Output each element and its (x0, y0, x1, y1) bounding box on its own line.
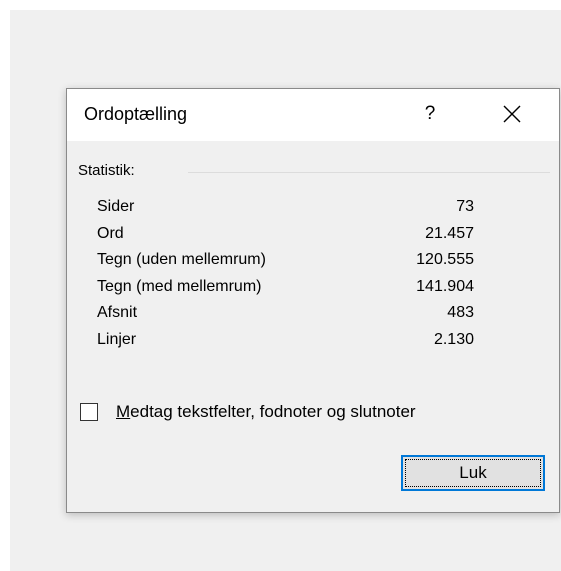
close-button[interactable] (494, 98, 530, 132)
stat-value: 21.457 (425, 224, 474, 242)
mnemonic-letter: M (116, 402, 131, 421)
stat-row-lines: Linjer 2.130 (97, 331, 487, 358)
stat-row-words: Ord 21.457 (97, 225, 487, 252)
stat-label: Ord (97, 224, 124, 242)
statistics-heading: Statistik: (78, 162, 135, 179)
statistics-table: Sider 73 Ord 21.457 Tegn (uden mellemrum… (97, 198, 487, 357)
include-textboxes-label: Medtag tekstfelter, fodnoter og slutnote… (116, 402, 416, 422)
stat-label: Tegn (med mellemrum) (97, 277, 262, 295)
stat-value: 120.555 (416, 251, 474, 268)
stat-value: 141.904 (416, 277, 474, 295)
dialog-title: Ordoptælling (84, 104, 188, 124)
section-divider (188, 172, 550, 173)
stat-label: Sider (97, 198, 135, 215)
stat-label: Linjer (97, 330, 137, 348)
stat-value: 2.130 (433, 330, 474, 348)
stat-label: Afsnit (97, 304, 138, 321)
stat-label: Tegn (uden mellemrum) (97, 251, 266, 268)
close-dialog-button[interactable]: Luk (401, 455, 545, 491)
dialog-titlebar: Ordoptælling ? (67, 89, 559, 141)
stat-row-characters-with-spaces: Tegn (med mellemrum) 141.904 (97, 278, 487, 305)
close-dialog-button-label: Luk (459, 463, 487, 482)
stat-value: 483 (447, 304, 474, 321)
help-button[interactable]: ? (419, 103, 441, 127)
include-textboxes-label-text: edtag tekstfelter, fodnoter og slutnoter (130, 402, 416, 421)
close-icon (503, 105, 521, 123)
stat-row-characters-no-spaces: Tegn (uden mellemrum) 120.555 (97, 251, 487, 278)
stat-value: 73 (456, 198, 474, 215)
stat-row-pages: Sider 73 (97, 198, 487, 225)
word-count-dialog: Ordoptælling ? Statistik: Sider 73 Ord 2… (66, 88, 560, 513)
stat-row-paragraphs: Afsnit 483 (97, 304, 487, 331)
include-textboxes-checkbox[interactable] (80, 403, 98, 421)
